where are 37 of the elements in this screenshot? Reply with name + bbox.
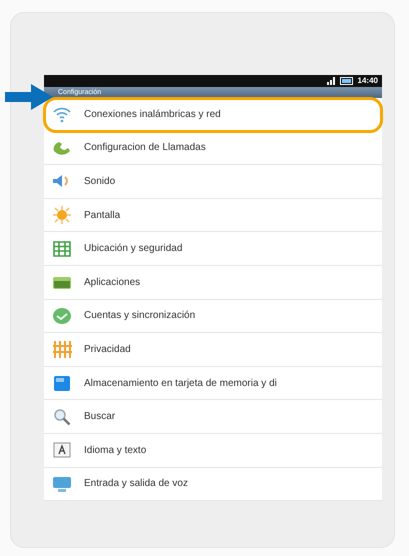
settings-item[interactable]: Aplicaciones — [44, 266, 382, 300]
sun-icon — [52, 206, 72, 224]
item-label: Idioma y texto — [84, 444, 146, 458]
settings-item[interactable]: Entrada y salida de voz — [44, 468, 382, 502]
item-label: Conexiones inalámbricas y red — [84, 108, 221, 122]
settings-item[interactable]: Pantalla — [44, 198, 382, 232]
settings-item[interactable]: Sonido — [44, 165, 382, 199]
settings-item[interactable]: Almacenamiento en tarjeta de memoria y di — [44, 366, 382, 400]
item-label: Configuracion de Llamadas — [84, 141, 206, 156]
settings-item[interactable]: Cuentas y sincronización — [44, 300, 382, 334]
arrow-icon — [5, 84, 53, 110]
settings-item[interactable]: Configuracion de Llamadas — [44, 132, 382, 166]
grid-icon — [52, 240, 72, 258]
wifi-icon — [52, 105, 72, 124]
search-icon — [52, 408, 72, 426]
item-label: Ubicación y seguridad — [84, 242, 182, 256]
settings-item[interactable]: Conexiones inalámbricas y red — [44, 98, 382, 132]
settings-item[interactable]: Idioma y texto — [44, 434, 382, 468]
item-label: Buscar — [84, 410, 116, 424]
item-label: Privacidad — [84, 342, 131, 357]
fence-icon — [52, 340, 72, 358]
settings-item[interactable]: Buscar — [44, 400, 382, 434]
sync-icon — [52, 306, 72, 325]
battery-icon — [340, 77, 354, 85]
settings-item[interactable]: Ubicación y seguridad — [44, 232, 382, 266]
monitor-icon — [52, 474, 72, 493]
item-label: Entrada y salida de voz — [84, 477, 188, 492]
clock-time: 14:40 — [358, 75, 378, 87]
item-label: Almacenamiento en tarjeta de memoria y di — [84, 376, 277, 391]
keyboard-key-icon — [52, 441, 72, 460]
signal-icon — [326, 77, 336, 85]
item-label: Cuentas y sincronización — [84, 309, 196, 324]
storage-card-icon — [52, 374, 72, 392]
item-label: Sonido — [84, 174, 116, 189]
item-label: Aplicaciones — [84, 276, 140, 290]
item-label: Pantalla — [84, 208, 120, 223]
settings-item[interactable]: Privacidad — [44, 333, 382, 367]
